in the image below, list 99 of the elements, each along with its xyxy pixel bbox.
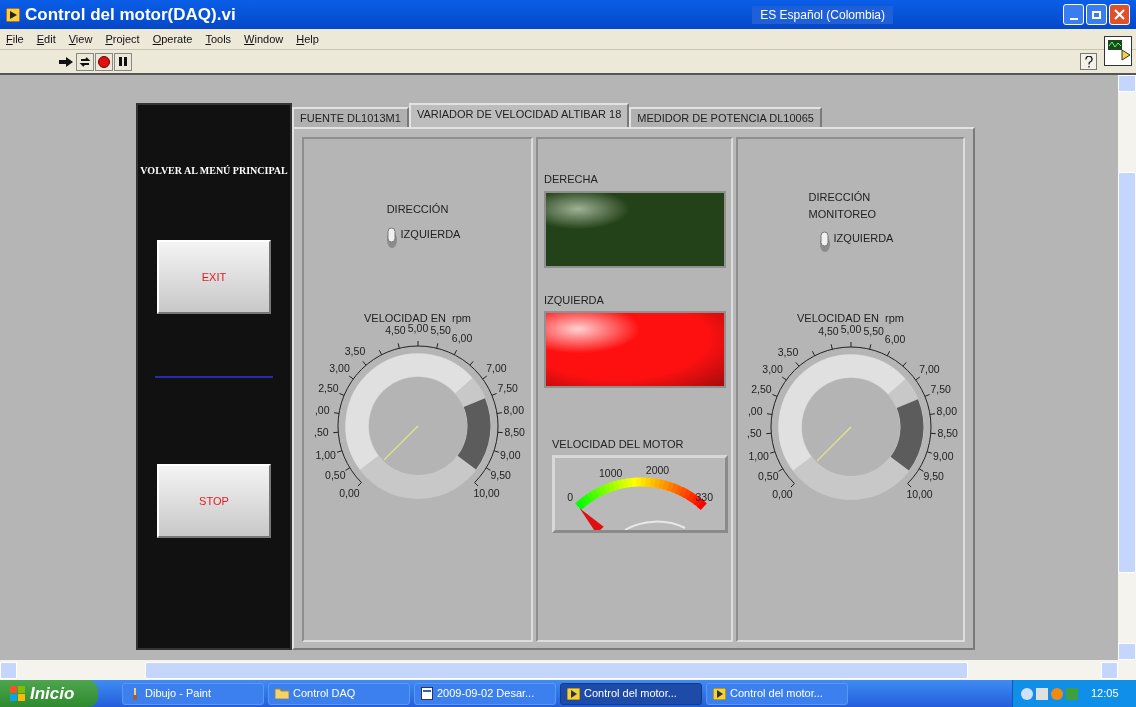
scale-label: 9,00 bbox=[499, 448, 520, 461]
close-button[interactable] bbox=[1109, 4, 1130, 25]
menu-item[interactable]: View bbox=[68, 30, 93, 48]
scale-label: 8,50 bbox=[504, 426, 525, 439]
tab[interactable]: MEDIDOR DE POTENCIA DL10065 bbox=[629, 107, 822, 127]
scale-label: 8,00 bbox=[936, 404, 957, 417]
scale-label: 8,50 bbox=[937, 426, 958, 439]
scale-label: 0,00 bbox=[338, 487, 360, 500]
switch-label: IZQUIERDA bbox=[400, 226, 461, 242]
minimize-button[interactable] bbox=[1063, 4, 1084, 25]
menu-item[interactable]: Operate bbox=[152, 30, 193, 48]
taskbar-button[interactable]: Control del motor... bbox=[560, 682, 702, 705]
exit-button[interactable]: EXIT bbox=[157, 240, 271, 314]
taskbar-button[interactable]: Dibujo - Paint bbox=[122, 682, 264, 705]
language-bar[interactable]: ES Español (Colombia) bbox=[752, 5, 893, 24]
scale-label: 7,00 bbox=[918, 362, 940, 375]
knob-label: VELOCIDAD EN rpm bbox=[364, 310, 471, 324]
led-label: IZQUIERDA bbox=[544, 292, 604, 308]
scale-label: 4,50 bbox=[384, 324, 406, 337]
scale-label: 3,50 bbox=[344, 345, 365, 357]
gauge-needle bbox=[579, 507, 604, 530]
scale-label: 4,50 bbox=[817, 324, 839, 337]
clock: 12:05 bbox=[1091, 686, 1119, 702]
gauge-scale-label: 2000 bbox=[645, 463, 670, 476]
scale-label: 1,00 bbox=[748, 449, 769, 462]
vi-icon bbox=[1104, 35, 1132, 66]
scale-label: 3,50 bbox=[777, 345, 798, 358]
tab[interactable]: VARIADOR DE VELOCIDAD ALTIBAR 18 bbox=[408, 103, 630, 127]
menu-item[interactable]: File bbox=[6, 30, 24, 48]
cycle-arrows-icon bbox=[79, 55, 91, 68]
arrow-icon bbox=[59, 56, 73, 67]
abort-button[interactable] bbox=[95, 52, 113, 71]
help-button[interactable] bbox=[1080, 53, 1097, 70]
gauge-inner-arc bbox=[624, 520, 686, 530]
taskbar-button[interactable]: Control DAQ bbox=[268, 682, 410, 705]
menu-item[interactable]: Window bbox=[244, 30, 284, 48]
windows-logo-icon bbox=[10, 686, 25, 701]
labview-icon bbox=[713, 687, 726, 700]
labview-icon bbox=[567, 687, 580, 700]
scale-label: 10,00 bbox=[905, 487, 933, 500]
gauge-scale-label: 1000 bbox=[599, 466, 623, 479]
horizontal-scrollbar[interactable] bbox=[0, 660, 1136, 680]
run-continuously-button[interactable] bbox=[76, 52, 94, 71]
menu-item[interactable]: Tools bbox=[205, 30, 232, 48]
restore-button[interactable] bbox=[1086, 4, 1107, 25]
gauge-scale-label: 330 bbox=[695, 490, 713, 503]
tab[interactable]: FUENTE DL1013M1 bbox=[292, 107, 409, 127]
scale-label: 7,00 bbox=[485, 361, 507, 374]
scale-label: 9,50 bbox=[923, 469, 944, 482]
knob-label: VELOCIDAD EN rpm bbox=[797, 311, 904, 325]
switch-title: DIRECCIÓN MONITOREO bbox=[808, 190, 878, 222]
stop-icon bbox=[98, 55, 110, 68]
window-title: Control del motor(DAQ).vi bbox=[25, 3, 236, 26]
folder-icon bbox=[275, 688, 289, 699]
help-icon bbox=[1084, 55, 1093, 68]
switch-label: IZQUIERDA bbox=[833, 231, 894, 246]
scale-label: ,50 bbox=[746, 426, 762, 439]
scale-label: ,00 bbox=[747, 404, 762, 417]
menu-item[interactable]: Edit bbox=[36, 30, 56, 48]
scale-label: 5,50 bbox=[429, 324, 451, 337]
app-icon bbox=[6, 7, 20, 22]
scale-label: 1,00 bbox=[315, 448, 336, 461]
scale-label: 0,00 bbox=[771, 487, 793, 500]
scale-label: 3,00 bbox=[761, 362, 783, 375]
scale-label: 7,50 bbox=[929, 382, 951, 395]
scale-label: 6,00 bbox=[451, 332, 472, 345]
scale-label: 6,00 bbox=[884, 332, 905, 345]
sidebar-title: VOLVER AL MENÚ PRINCIPAL bbox=[140, 164, 288, 178]
pause-button[interactable] bbox=[114, 52, 132, 71]
scale-label: 0,50 bbox=[324, 469, 345, 482]
scale-label: 5,00 bbox=[840, 322, 861, 335]
taskbar-button[interactable]: 2009-09-02 Desar... bbox=[414, 682, 556, 705]
scale-label: ,50 bbox=[313, 426, 329, 439]
gauge-label: VELOCIDAD DEL MOTOR bbox=[552, 437, 684, 452]
scale-label: 9,00 bbox=[932, 449, 953, 462]
close-icon bbox=[1114, 9, 1125, 20]
document-icon bbox=[421, 687, 433, 700]
scale-label: 5,50 bbox=[862, 324, 884, 337]
scale-label: 10,00 bbox=[472, 487, 500, 500]
scale-label: 8,00 bbox=[503, 403, 524, 416]
switch-title: DIRECCIÓN bbox=[386, 202, 449, 217]
gauge-scale-label: 0 bbox=[567, 490, 573, 503]
scale-label: 2,50 bbox=[317, 381, 339, 394]
menu-item[interactable]: Project bbox=[105, 30, 140, 48]
tray-icon[interactable] bbox=[1036, 687, 1048, 700]
stop-button[interactable]: STOP bbox=[157, 464, 271, 538]
scale-label: 2,50 bbox=[750, 382, 772, 395]
scale-label: 0,50 bbox=[757, 469, 778, 482]
led-label: DERECHA bbox=[544, 172, 598, 187]
taskbar-button[interactable]: Control del motor... bbox=[706, 682, 848, 705]
scale-label: 5,00 bbox=[407, 322, 428, 334]
scale-label: 3,00 bbox=[328, 361, 350, 374]
menu-item[interactable]: Help bbox=[296, 30, 319, 48]
vertical-scrollbar[interactable] bbox=[1118, 75, 1136, 660]
start-button[interactable]: Inicio bbox=[0, 680, 98, 707]
tray-icon[interactable] bbox=[1021, 687, 1033, 700]
scale-label: 7,50 bbox=[496, 381, 518, 394]
scale-label: 9,50 bbox=[490, 469, 511, 482]
scale-label: ,00 bbox=[314, 403, 329, 416]
